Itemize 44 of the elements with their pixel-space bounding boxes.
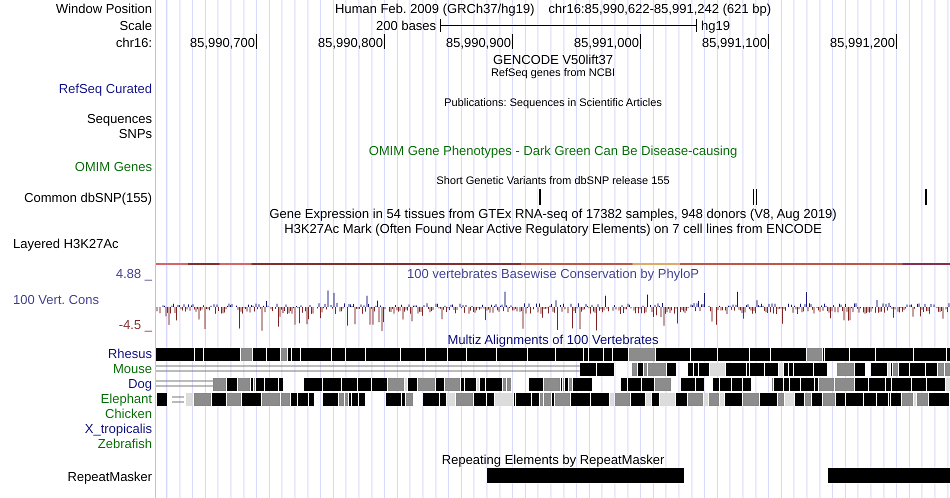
track-title: Gene Expression in 54 tissues from GTEx RNA-seq of 17382 samples, 948 donors (V8, Aug 2019): [269, 206, 837, 220]
track-label: OMIM Genes: [74, 158, 152, 174]
position-text: chr16:85,990,622-85,991,242 (621 bp): [548, 1, 772, 16]
track-label: Chicken: [105, 406, 152, 421]
axis-max-label: 4.88 _: [116, 266, 154, 281]
track-title: Publications: Sequences in Scientific Articles: [444, 96, 662, 110]
snp-mark: [753, 189, 754, 205]
track-label: RefSeq Curated: [58, 80, 152, 96]
track-title: Short Genetic Variants from dbSNP release 155: [436, 174, 670, 188]
track-title: GENCODE V50lift37: [493, 52, 613, 66]
track-label: Dog: [128, 376, 152, 391]
track-title: H3K27Ac Mark (Often Found Near Active Regulatory Elements) on 7 cell lines from ENCODE: [284, 221, 822, 236]
track-label: Common dbSNP(155): [24, 190, 152, 204]
ruler-tick-label: 85,991,000: [574, 34, 641, 49]
scale-text: 200 bases: [376, 18, 436, 33]
ruler-tick-label: 85,990,700: [190, 34, 257, 49]
assembly-text: hg19: [701, 18, 730, 33]
track-title: 100 vertebrates Basewise Conservation by PhyloP: [407, 266, 699, 281]
track-label: SNPs: [118, 126, 152, 141]
track-label: X_tropicalis: [84, 421, 152, 436]
track-title: OMIM Gene Phenotypes - Dark Green Can Be Disease-causing: [368, 142, 738, 158]
track-label: Window Position: [56, 1, 152, 16]
snp-mark: [756, 189, 757, 205]
track-label: Mouse: [112, 361, 152, 376]
track-label: 100 Vert. Cons: [12, 292, 99, 306]
track-title: RefSeq genes from NCBI: [490, 67, 616, 80]
ruler-tick-label: 85,990,900: [446, 34, 513, 49]
ruler-tick-label: 85,990,800: [318, 34, 385, 49]
snp-mark: [539, 189, 541, 205]
axis-min-label: -4.5 _: [118, 317, 154, 332]
track-label: Scale: [119, 18, 152, 33]
track-label: Rhesus: [108, 346, 152, 361]
track-title: Repeating Elements by RepeatMasker: [442, 452, 664, 467]
assembly-title: Human Feb. 2009 (GRCh37/hg19): [334, 1, 534, 16]
ruler-tick-label: 85,991,100: [702, 34, 769, 49]
track-label: chr16:: [116, 35, 152, 50]
track-label: Layered H3K27Ac: [13, 236, 119, 251]
track-label: Sequences: [86, 110, 152, 126]
track-title: Multiz Alignments of 100 Vertebrates: [447, 332, 658, 347]
snp-mark: [925, 189, 927, 205]
track-label: Elephant: [100, 391, 152, 406]
track-label: RepeatMasker: [67, 469, 152, 484]
track-label: Zebrafish: [98, 436, 152, 451]
ruler-tick-label: 85,991,200: [830, 34, 897, 49]
